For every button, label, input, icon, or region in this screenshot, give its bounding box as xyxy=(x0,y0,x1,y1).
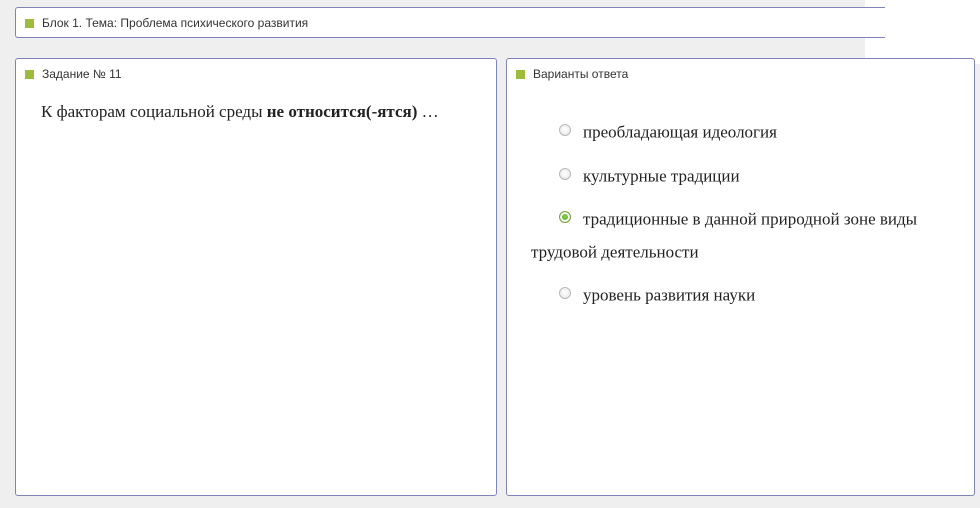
question-prefix: К факторам социальной среды xyxy=(41,102,267,121)
answer-option-2[interactable]: культурные традиции xyxy=(531,159,961,192)
radio-button-selected-icon[interactable] xyxy=(559,211,571,224)
question-emphasis: не относится(-ятся) xyxy=(266,102,418,121)
answers-header: Варианты ответа xyxy=(516,67,628,81)
answer-option-1[interactable]: преобладающая идеология xyxy=(531,115,961,148)
topic-header: Блок 1. Тема: Проблема психического разв… xyxy=(25,16,308,30)
green-square-marker-icon xyxy=(516,69,525,79)
radio-button-icon[interactable] xyxy=(559,124,571,137)
answer-label: традиционные в данной природной зоне вид… xyxy=(531,209,918,262)
topic-title: Блок 1. Тема: Проблема психического разв… xyxy=(42,16,309,30)
answer-label: культурные традиции xyxy=(583,166,740,186)
green-square-marker-icon xyxy=(25,18,34,28)
answer-options: преобладающая идеология культурные тради… xyxy=(531,115,961,322)
radio-button-icon[interactable] xyxy=(559,167,571,180)
answer-label: уровень развития науки xyxy=(583,285,756,305)
task-title: Задание № 11 xyxy=(42,67,122,81)
answers-title: Варианты ответа xyxy=(533,67,629,81)
question-suffix: … xyxy=(417,102,439,121)
radio-button-icon[interactable] xyxy=(559,287,571,300)
answer-option-4[interactable]: уровень развития науки xyxy=(531,278,961,311)
task-header: Задание № 11 xyxy=(25,67,122,81)
topic-panel: Блок 1. Тема: Проблема психического разв… xyxy=(15,7,885,38)
question-text: К факторам социальной среды не относится… xyxy=(41,101,481,123)
green-square-marker-icon xyxy=(25,69,34,79)
answer-label: преобладающая идеология xyxy=(583,122,777,142)
task-panel: Задание № 11 К факторам социальной среды… xyxy=(15,58,497,496)
answers-panel: Варианты ответа преобладающая идеология … xyxy=(506,58,975,496)
answer-option-3[interactable]: традиционные в данной природной зоне вид… xyxy=(531,202,961,267)
